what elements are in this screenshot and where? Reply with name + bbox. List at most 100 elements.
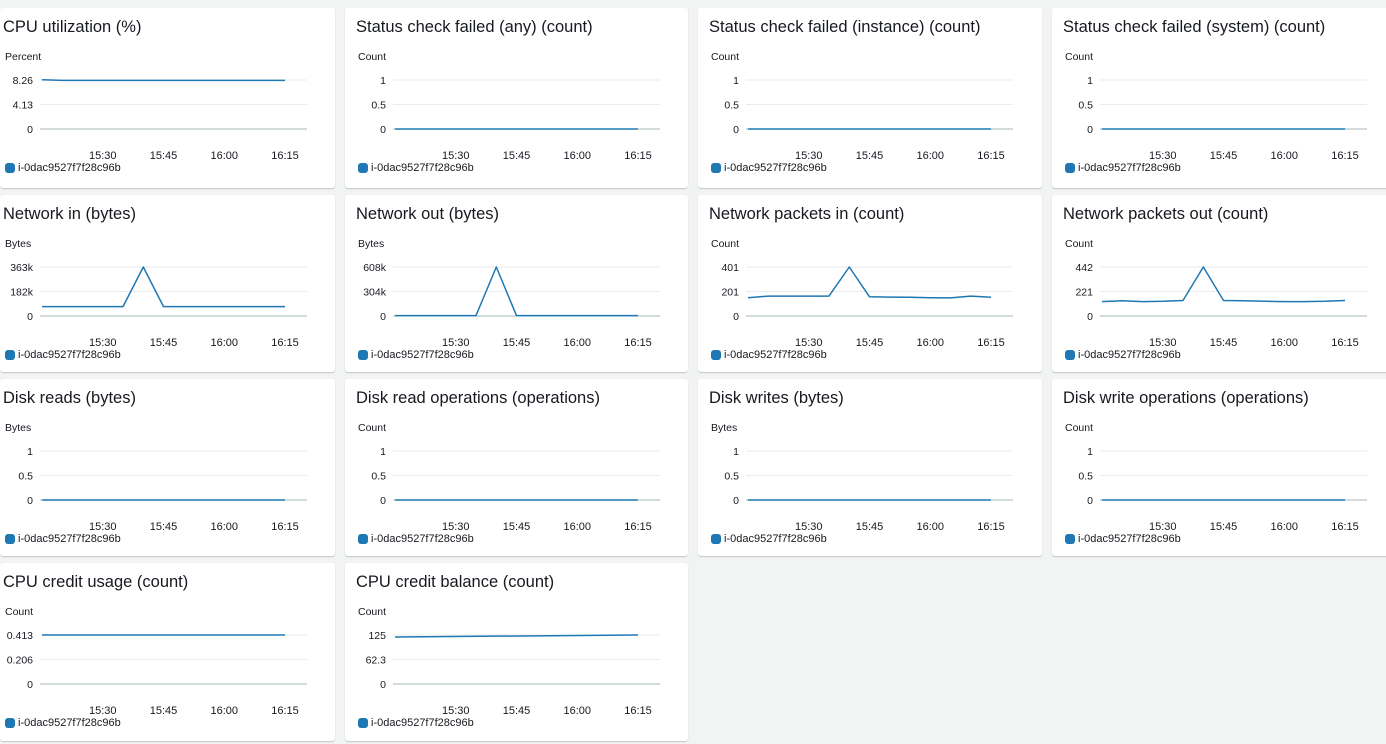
x-tick-label: 15:30	[442, 521, 470, 533]
metric-widget[interactable]: Disk reads (bytes) Bytes 0 0.5 1 15:30 15:45 16…	[0, 379, 335, 556]
metric-widget[interactable]: Network in (bytes) Bytes 0 182k 363k 15:30 15:…	[0, 195, 335, 372]
chart-legend[interactable]: i-0dac9527f7f28c96b	[358, 717, 474, 729]
x-tick-label: 16:15	[624, 521, 652, 533]
x-tick-label: 15:45	[150, 521, 178, 533]
x-tick-label: 15:45	[503, 337, 531, 349]
y-tick-label: 0.206	[7, 655, 33, 667]
chart-plot: Count 0 0.5 1 15:30 15:45 16:00 16:15	[711, 51, 1013, 162]
y-tick-label: 0	[733, 495, 739, 507]
metric-widget[interactable]: Status check failed (any) (count) Count 0 0…	[345, 8, 688, 188]
chart-plot: Bytes 0 304k 608k 15:30 15:45 16:00 16:15	[358, 238, 660, 349]
x-tick-label: 16:15	[624, 150, 652, 162]
y-tick-label: 0.5	[724, 471, 739, 483]
x-tick-label: 15:45	[503, 150, 531, 162]
x-tick-label: 15:30	[442, 705, 470, 717]
chart-legend[interactable]: i-0dac9527f7f28c96b	[5, 162, 121, 174]
y-tick-label: 0	[27, 679, 33, 691]
chart-legend[interactable]: i-0dac9527f7f28c96b	[1065, 162, 1181, 174]
y-tick-label: 0.5	[1078, 100, 1093, 112]
y-tick-label: 0	[1087, 495, 1093, 507]
y-tick-label: 221	[1075, 287, 1093, 299]
metric-widget[interactable]: CPU credit usage (count) Count 0 0.206 0.413…	[0, 563, 335, 741]
chart-legend[interactable]: i-0dac9527f7f28c96b	[5, 717, 121, 729]
y-axis-unit-label: Percent	[5, 51, 41, 63]
widget-title[interactable]: Disk write operations (operations)	[1063, 389, 1309, 408]
series-line[interactable]	[747, 266, 992, 299]
widget-title[interactable]: Status check failed (system) (count)	[1063, 18, 1325, 37]
x-tick-label: 15:45	[1210, 521, 1238, 533]
x-tick-label: 16:00	[916, 521, 944, 533]
legend-swatch	[358, 163, 368, 173]
metric-widget[interactable]: CPU credit balance (count) Count 0 62.3 125 1…	[345, 563, 688, 741]
chart-plot: Count 0 221 442 15:30 15:45 16:00 16:15	[1065, 238, 1367, 349]
x-tick-label: 16:00	[210, 150, 238, 162]
legend-swatch	[358, 534, 368, 544]
widget-title[interactable]: Disk read operations (operations)	[356, 389, 600, 408]
chart-legend[interactable]: i-0dac9527f7f28c96b	[1065, 349, 1181, 361]
metric-widget[interactable]: Disk write operations (operations) Count 0…	[1052, 379, 1386, 556]
metric-widget[interactable]: Network packets out (count) Count 0 221 442 1…	[1052, 195, 1386, 372]
x-tick-label: 16:00	[916, 337, 944, 349]
chart-legend[interactable]: i-0dac9527f7f28c96b	[5, 349, 121, 361]
x-tick-label: 15:30	[1149, 150, 1177, 162]
metric-widget[interactable]: Network out (bytes) Bytes 0 304k 608k 15:30 15…	[345, 195, 688, 372]
widget-title[interactable]: Status check failed (instance) (count)	[709, 18, 980, 37]
chart-plot: Bytes 0 182k 363k 15:30 15:45 16:00 16:15	[5, 238, 307, 349]
y-axis-unit-label: Bytes	[5, 422, 31, 434]
chart-legend[interactable]: i-0dac9527f7f28c96b	[711, 533, 827, 545]
series-line[interactable]	[1101, 266, 1346, 303]
chart-legend[interactable]: i-0dac9527f7f28c96b	[358, 349, 474, 361]
widget-title[interactable]: Disk writes (bytes)	[709, 389, 844, 408]
legend-label: i-0dac9527f7f28c96b	[371, 533, 474, 545]
y-tick-label: 0	[733, 311, 739, 323]
widget-title[interactable]: Disk reads (bytes)	[3, 389, 136, 408]
y-tick-label: 125	[368, 630, 386, 642]
x-tick-label: 16:15	[624, 705, 652, 717]
metric-widget[interactable]: Disk read operations (operations) Count 0 0…	[345, 379, 688, 556]
metrics-grid: CPU utilization (%) Percent 0 4.13 8.26 15:30…	[0, 8, 1386, 741]
chart-plot: Bytes 0 0.5 1 15:30 15:45 16:00 16:15	[5, 422, 307, 533]
chart-legend[interactable]: i-0dac9527f7f28c96b	[711, 162, 827, 174]
x-tick-label: 15:45	[1210, 337, 1238, 349]
y-axis-unit-label: Bytes	[711, 422, 737, 434]
series-line[interactable]	[42, 266, 285, 308]
widget-title[interactable]: CPU credit balance (count)	[356, 573, 554, 592]
y-axis-unit-label: Count	[1065, 422, 1093, 434]
y-tick-label: 0.5	[724, 100, 739, 112]
y-axis-unit-label: Count	[5, 606, 33, 618]
widget-title[interactable]: CPU credit usage (count)	[3, 573, 188, 592]
widget-title[interactable]: Status check failed (any) (count)	[356, 18, 593, 37]
x-tick-label: 15:45	[150, 337, 178, 349]
y-axis-unit-label: Count	[711, 238, 739, 250]
metric-widget[interactable]: Status check failed (system) (count) Coun…	[1052, 8, 1386, 188]
metric-widget[interactable]: Network packets in (count) Count 0 201 401 15…	[698, 195, 1042, 372]
chart-legend[interactable]: i-0dac9527f7f28c96b	[5, 533, 121, 545]
chart-legend[interactable]: i-0dac9527f7f28c96b	[1065, 533, 1181, 545]
widget-title[interactable]: Network packets in (count)	[709, 205, 904, 224]
x-tick-label: 15:45	[150, 705, 178, 717]
x-tick-label: 16:00	[1270, 337, 1298, 349]
y-axis-unit-label: Count	[358, 51, 386, 63]
chart-legend[interactable]: i-0dac9527f7f28c96b	[358, 533, 474, 545]
chart-legend[interactable]: i-0dac9527f7f28c96b	[358, 162, 474, 174]
legend-swatch	[1065, 534, 1075, 544]
metric-widget[interactable]: CPU utilization (%) Percent 0 4.13 8.26 15:30…	[0, 8, 335, 188]
x-tick-label: 16:15	[977, 521, 1005, 533]
y-axis-unit-label: Count	[358, 606, 386, 618]
series-line[interactable]	[41, 79, 285, 82]
widget-title[interactable]: Network in (bytes)	[3, 205, 136, 224]
metric-widget[interactable]: Disk writes (bytes) Bytes 0 0.5 1 15:30 15:45 1…	[698, 379, 1042, 556]
y-tick-label: 401	[721, 262, 739, 274]
chart-legend[interactable]: i-0dac9527f7f28c96b	[711, 349, 827, 361]
x-tick-label: 15:30	[89, 705, 117, 717]
x-tick-label: 15:30	[89, 521, 117, 533]
x-tick-label: 16:15	[1331, 150, 1359, 162]
widget-title[interactable]: Network packets out (count)	[1063, 205, 1268, 224]
legend-swatch	[1065, 350, 1075, 360]
widget-title[interactable]: CPU utilization (%)	[3, 18, 141, 37]
metric-widget[interactable]: Status check failed (instance) (count) Co…	[698, 8, 1042, 188]
y-axis-unit-label: Bytes	[358, 238, 384, 250]
x-tick-label: 15:45	[856, 337, 884, 349]
widget-title[interactable]: Network out (bytes)	[356, 205, 499, 224]
y-axis-unit-label: Bytes	[5, 238, 31, 250]
